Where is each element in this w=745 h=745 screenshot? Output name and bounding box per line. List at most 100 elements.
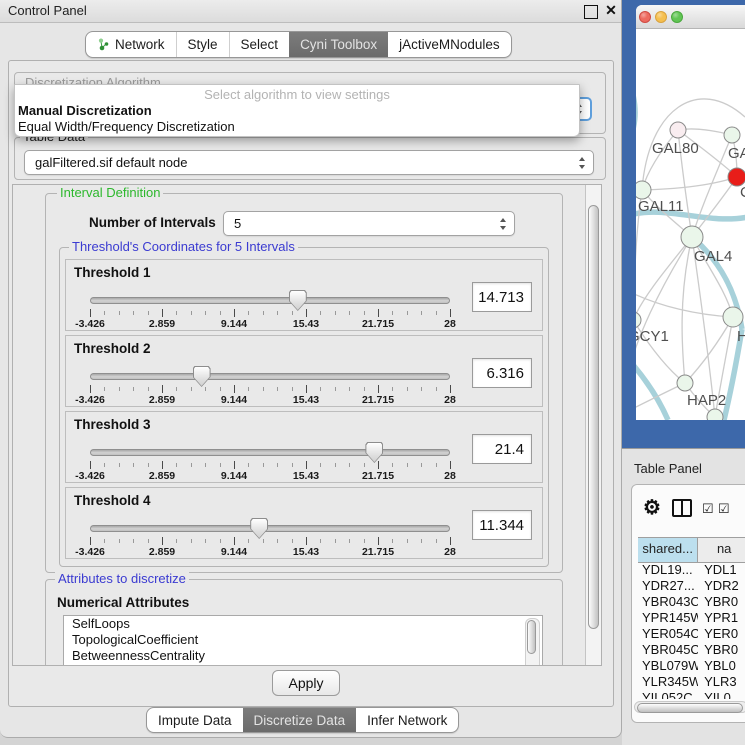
network-node-gal4[interactable] xyxy=(681,226,703,248)
attribute-list-item[interactable]: BetweennessCentrality xyxy=(64,648,542,664)
tick-mark xyxy=(191,311,192,315)
threshold-slider-track[interactable] xyxy=(90,373,450,380)
table-row[interactable]: YPR145WYPR1 xyxy=(638,610,745,626)
numerical-attributes-list[interactable]: SelfLoopsTopologicalCoefficientBetweenne… xyxy=(63,615,543,666)
apply-button[interactable]: Apply xyxy=(272,670,340,696)
table-cell[interactable]: YBL079W xyxy=(638,658,698,674)
table-row[interactable]: YIL052CYIL0 xyxy=(638,690,745,699)
threshold-slider-thumb[interactable] xyxy=(289,290,307,311)
column-header-1[interactable]: shared... xyxy=(638,538,698,562)
network-node-gal11[interactable] xyxy=(636,181,651,199)
table-cell[interactable]: YLR3 xyxy=(698,674,745,690)
tick-mark xyxy=(176,311,177,315)
network-window-titlebar[interactable] xyxy=(636,5,745,29)
table-row[interactable]: YDL19...YDL1 xyxy=(638,562,745,578)
tab-style[interactable]: Style xyxy=(177,32,230,57)
threshold-slider-thumb[interactable] xyxy=(250,518,268,539)
zoom-light-icon[interactable] xyxy=(671,11,683,23)
tab-network[interactable]: Network xyxy=(86,32,177,57)
tick-mark xyxy=(407,387,408,391)
tab-cyni-toolbox[interactable]: Cyni Toolbox xyxy=(289,32,388,57)
network-node-h[interactable] xyxy=(723,307,743,327)
tick-mark xyxy=(148,539,149,543)
table-hscrollbar-thumb[interactable] xyxy=(637,703,743,713)
settings-scrollbar[interactable] xyxy=(585,185,601,666)
table-row[interactable]: YLR345WYLR3 xyxy=(638,674,745,690)
network-node-gcy1[interactable] xyxy=(636,312,641,328)
minimize-light-icon[interactable] xyxy=(655,11,667,23)
table-cell[interactable]: YBL0 xyxy=(698,658,745,674)
threshold-value-field[interactable]: 11.344 xyxy=(472,510,532,540)
table-row[interactable]: YBR045CYBR0 xyxy=(638,642,745,658)
table-cell[interactable]: YER054C xyxy=(638,626,698,642)
network-node-label: GAL4 xyxy=(694,248,732,265)
threshold-slider-thumb[interactable] xyxy=(193,366,211,387)
threshold-slider-track[interactable] xyxy=(90,297,450,304)
network-edge[interactable] xyxy=(636,291,733,317)
table-cell[interactable]: YIL0 xyxy=(698,690,745,699)
threshold-slider-thumb[interactable] xyxy=(365,442,383,463)
table-cell[interactable]: YPR145W xyxy=(638,610,698,626)
table-cell[interactable]: YBR0 xyxy=(698,594,745,610)
checkbox-icon[interactable]: ☑ xyxy=(718,501,730,517)
table-row[interactable]: YBL079WYBL0 xyxy=(638,658,745,674)
network-node[interactable] xyxy=(707,409,723,420)
column-header-2[interactable]: na xyxy=(698,538,745,562)
table-cell[interactable]: YBR045C xyxy=(638,642,698,658)
columns-icon[interactable] xyxy=(672,499,692,517)
table-cell[interactable]: YPR1 xyxy=(698,610,745,626)
tab-infer-network[interactable]: Infer Network xyxy=(356,708,458,732)
table-data-combobox[interactable]: galFiltered.sif default node xyxy=(24,150,594,175)
table-cell[interactable]: YBR043C xyxy=(638,594,698,610)
network-edge[interactable] xyxy=(642,130,678,190)
network-node-gal80[interactable] xyxy=(670,122,686,138)
network-edge[interactable] xyxy=(685,317,733,383)
close-light-icon[interactable] xyxy=(639,11,651,23)
table-row[interactable]: YDR27...YDR2 xyxy=(638,578,745,594)
settings-scrollbar-thumb[interactable] xyxy=(588,205,599,629)
dropdown-option-equal-width[interactable]: Equal Width/Frequency Discretization xyxy=(18,119,235,134)
network-node-ga[interactable] xyxy=(724,127,740,143)
network-edge-highlighted[interactable] xyxy=(636,359,668,420)
tick-mark xyxy=(277,311,278,315)
table-cell[interactable]: YDR27... xyxy=(638,578,698,594)
table-cell[interactable]: YDL19... xyxy=(638,562,698,578)
table-cell[interactable]: YDL1 xyxy=(698,562,745,578)
tick-mark xyxy=(220,539,221,543)
tab-jactivemnodules[interactable]: jActiveMNodules xyxy=(388,32,511,57)
attribute-list-item[interactable]: SelfLoops xyxy=(64,616,542,632)
table-horizontal-scrollbar[interactable] xyxy=(634,701,745,713)
attributes-list-scrollbar[interactable] xyxy=(525,618,540,666)
tab-impute-data[interactable]: Impute Data xyxy=(147,708,243,732)
threshold-value-field[interactable]: 14.713 xyxy=(472,282,532,312)
network-edge[interactable] xyxy=(642,177,737,190)
network-graph: GAL80GACGAL11GAL4GCY1HHAP2 xyxy=(636,29,745,420)
table-cell[interactable]: YIL052C xyxy=(638,690,698,699)
threshold-value-field[interactable]: 21.4 xyxy=(472,434,532,464)
dropdown-option-manual-discretization[interactable]: Manual Discretization xyxy=(18,103,152,118)
table-row[interactable]: YBR043CYBR0 xyxy=(638,594,745,610)
attributes-scrollbar-thumb[interactable] xyxy=(527,620,536,654)
threshold-slider-track[interactable] xyxy=(90,449,450,456)
tab-discretize-data[interactable]: Discretize Data xyxy=(243,708,357,732)
tick-mark xyxy=(335,387,336,391)
threshold-slider-track[interactable] xyxy=(90,525,450,532)
tab-select[interactable]: Select xyxy=(230,32,290,57)
checkbox-icon[interactable]: ☑ xyxy=(702,501,714,517)
tick-mark xyxy=(162,461,163,469)
gear-icon[interactable]: ⚙ xyxy=(643,495,661,520)
number-of-intervals-combobox[interactable]: 5 xyxy=(223,211,515,236)
control-panel-titlebar[interactable]: Control Panel ✕ xyxy=(0,0,621,23)
threshold-value-field[interactable]: 6.316 xyxy=(472,358,532,388)
network-canvas[interactable]: GAL80GACGAL11GAL4GCY1HHAP2 xyxy=(636,29,745,420)
attribute-list-item[interactable]: TopologicalCoefficient xyxy=(64,632,542,648)
table-cell[interactable]: YDR2 xyxy=(698,578,745,594)
float-icon[interactable] xyxy=(584,5,598,19)
table-cell[interactable]: YLR345W xyxy=(638,674,698,690)
tick-mark xyxy=(119,311,120,315)
table-cell[interactable]: YER0 xyxy=(698,626,745,642)
table-cell[interactable]: YBR0 xyxy=(698,642,745,658)
close-icon[interactable]: ✕ xyxy=(604,2,618,18)
network-node-hap2[interactable] xyxy=(677,375,693,391)
table-row[interactable]: YER054CYER0 xyxy=(638,626,745,642)
